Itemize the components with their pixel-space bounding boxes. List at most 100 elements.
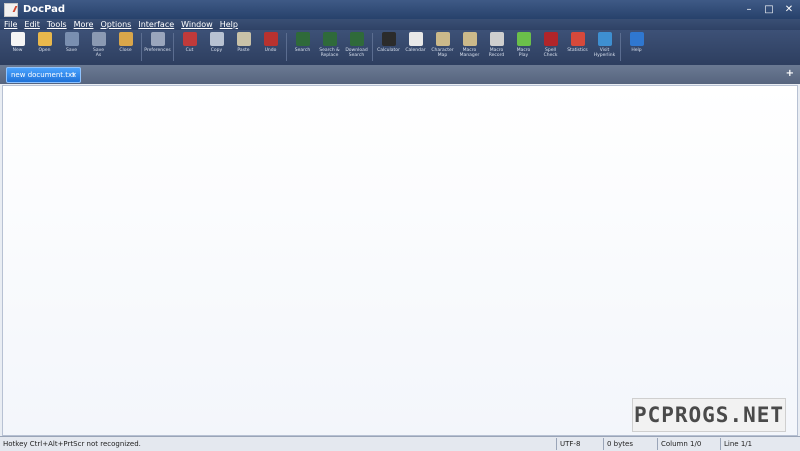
text-editor-area[interactable]: [2, 85, 798, 436]
open-label: Open: [38, 48, 51, 53]
add-tab-button[interactable]: +: [786, 68, 794, 79]
search-label: Search: [294, 48, 311, 53]
download-search-button[interactable]: Download Search: [344, 30, 369, 64]
close-folder-icon: [118, 32, 133, 46]
binoculars-icon: [295, 32, 310, 46]
open-button[interactable]: Open: [32, 30, 57, 64]
search-replace-label: Search & Replace: [319, 48, 340, 58]
macro-play-label: Macro Play: [516, 48, 531, 58]
macro-manager-label: Macro Manager: [459, 48, 480, 58]
macro-record-button[interactable]: Macro Record: [484, 30, 509, 64]
toolbar-separator: [141, 33, 142, 61]
title-bar[interactable]: DocPad – □ ✕: [0, 0, 800, 19]
save-button[interactable]: Save: [59, 30, 84, 64]
help-icon: [629, 32, 644, 46]
spell-check-label: Spell Check: [543, 48, 558, 58]
character-map-icon: [435, 32, 450, 46]
status-line: Line 1/1: [720, 438, 800, 450]
calculator-icon: [381, 32, 396, 46]
toolbar-separator: [173, 33, 174, 61]
spell-check-button[interactable]: Spell Check: [538, 30, 563, 64]
menu-edit[interactable]: Edit: [24, 20, 40, 29]
status-bar: Hotkey Ctrl+Alt+PrtScr not recognized. U…: [0, 436, 800, 451]
save-floppy-icon: [64, 32, 79, 46]
calendar-label: Calendar: [405, 48, 426, 53]
menu-help[interactable]: Help: [220, 20, 238, 29]
watermark-logo: PCPROGS.NET: [632, 398, 786, 432]
macro-play-icon: [516, 32, 531, 46]
visit-hyperlink-button[interactable]: Visit Hyperlink: [592, 30, 617, 64]
cut-button[interactable]: Cut: [177, 30, 202, 64]
calendar-icon: [408, 32, 423, 46]
status-size: 0 bytes: [603, 438, 657, 450]
help-button[interactable]: Help: [624, 30, 649, 64]
menu-window[interactable]: Window: [181, 20, 213, 29]
macro-play-button[interactable]: Macro Play: [511, 30, 536, 64]
menu-more[interactable]: More: [74, 20, 94, 29]
cut-label: Cut: [185, 48, 194, 53]
spell-check-icon: [543, 32, 558, 46]
copy-button[interactable]: Copy: [204, 30, 229, 64]
preferences-label: Preferences: [144, 48, 171, 53]
tab-label: new document.txt: [11, 71, 75, 79]
tab-close-icon[interactable]: ×: [71, 68, 77, 82]
toolbar: New Open Save Save As Close Preferences Cut Cop…: [0, 30, 800, 64]
help-label: Help: [631, 48, 642, 53]
pie-chart-icon: [570, 32, 585, 46]
status-message: Hotkey Ctrl+Alt+PrtScr not recognized.: [3, 440, 141, 448]
menu-interface[interactable]: Interface: [138, 20, 174, 29]
toolbar-separator: [372, 33, 373, 61]
new-button[interactable]: New: [5, 30, 30, 64]
menu-options[interactable]: Options: [100, 20, 131, 29]
undo-button[interactable]: Undo: [258, 30, 283, 64]
visit-hyperlink-label: Visit Hyperlink: [593, 48, 616, 58]
undo-label: Undo: [264, 48, 277, 53]
tab-strip: new document.txt × +: [0, 64, 800, 84]
copy-icon: [209, 32, 224, 46]
search-replace-button[interactable]: Search & Replace: [317, 30, 342, 64]
toolbar-separator: [620, 33, 621, 61]
toolbar-separator: [286, 33, 287, 61]
close-label: Close: [119, 48, 132, 53]
macro-record-label: Macro Record: [488, 48, 505, 58]
calculator-button[interactable]: Calculator: [376, 30, 401, 64]
undo-icon: [263, 32, 278, 46]
preferences-icon: [150, 32, 165, 46]
status-column: Column 1/0: [657, 438, 720, 450]
minimize-button[interactable]: –: [742, 3, 756, 16]
menu-bar: File Edit Tools More Options Interface W…: [0, 19, 800, 30]
close-button[interactable]: ✕: [782, 3, 796, 16]
menu-file[interactable]: File: [4, 20, 17, 29]
new-document-icon: [10, 32, 25, 46]
macro-record-icon: [489, 32, 504, 46]
statistics-label: Statistics: [567, 48, 588, 53]
search-button[interactable]: Search: [290, 30, 315, 64]
character-map-label: Character Map: [431, 48, 454, 58]
search-replace-icon: [322, 32, 337, 46]
save-as-label: Save As: [92, 48, 105, 58]
statistics-button[interactable]: Statistics: [565, 30, 590, 64]
menu-tools[interactable]: Tools: [47, 20, 67, 29]
download-search-icon: [349, 32, 364, 46]
macro-manager-icon: [462, 32, 477, 46]
paste-label: Paste: [237, 48, 250, 53]
maximize-button[interactable]: □: [762, 3, 776, 16]
scissors-icon: [182, 32, 197, 46]
window-title: DocPad: [23, 4, 66, 15]
preferences-button[interactable]: Preferences: [144, 30, 171, 64]
status-encoding: UTF-8: [556, 438, 603, 450]
paste-icon: [236, 32, 251, 46]
save-as-button[interactable]: Save As: [86, 30, 111, 64]
character-map-button[interactable]: Character Map: [430, 30, 455, 64]
save-label: Save: [65, 48, 78, 53]
tab-new-document[interactable]: new document.txt ×: [6, 67, 81, 83]
app-window: DocPad – □ ✕ File Edit Tools More Option…: [0, 0, 800, 451]
docpad-app-icon: [4, 2, 18, 17]
paste-button[interactable]: Paste: [231, 30, 256, 64]
macro-manager-button[interactable]: Macro Manager: [457, 30, 482, 64]
calendar-button[interactable]: Calendar: [403, 30, 428, 64]
close-button[interactable]: Close: [113, 30, 138, 64]
globe-icon: [597, 32, 612, 46]
window-controls: – □ ✕: [742, 3, 796, 16]
save-as-icon: [91, 32, 106, 46]
